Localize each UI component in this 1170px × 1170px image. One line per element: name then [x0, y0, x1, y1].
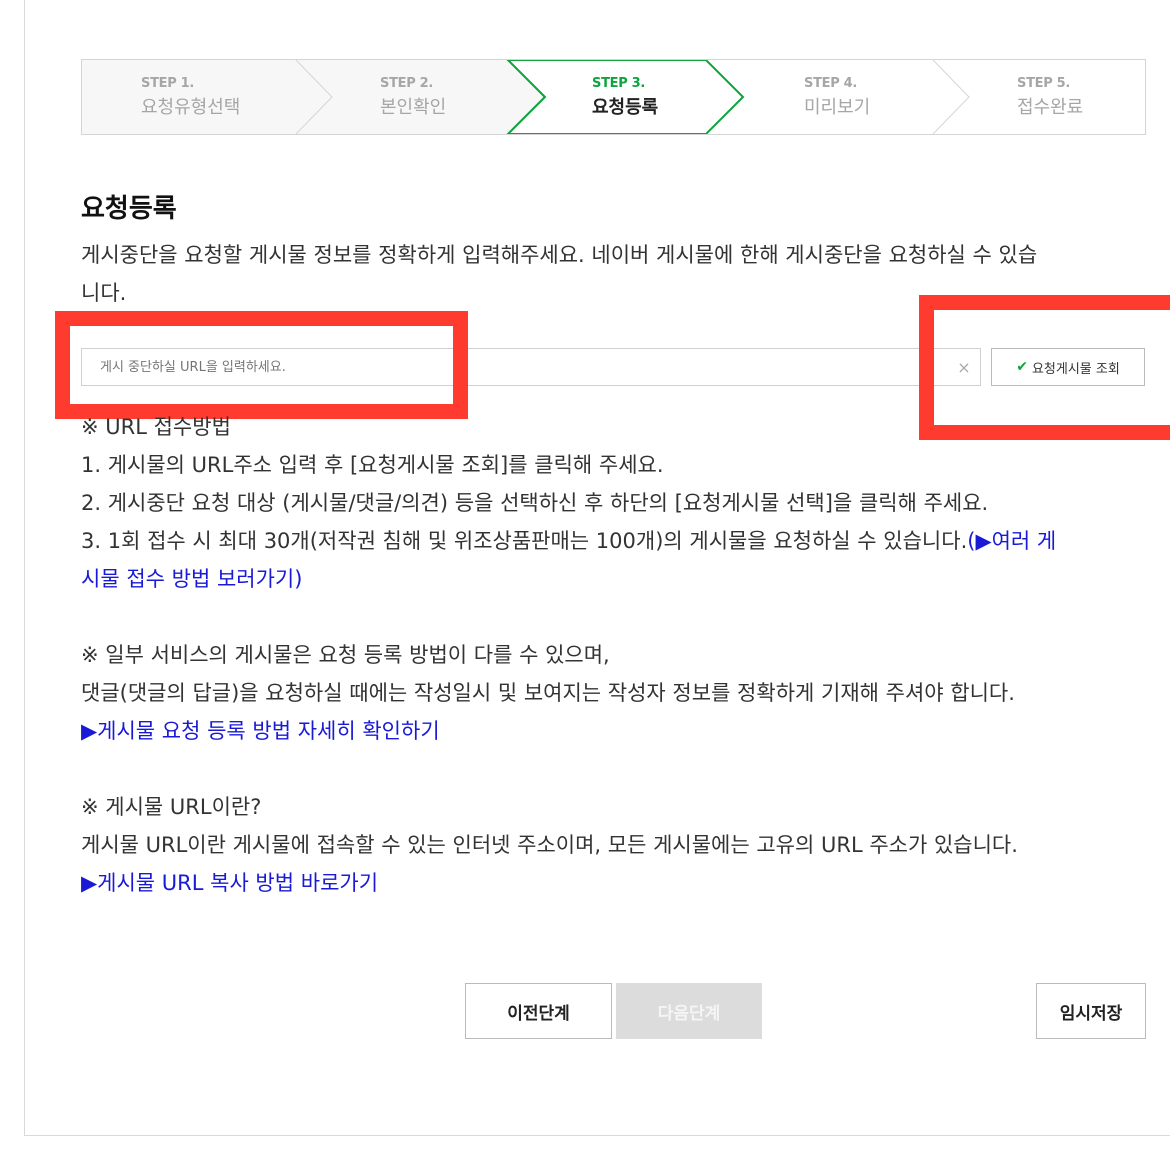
- temp-save-button[interactable]: 임시저장: [1036, 983, 1146, 1039]
- prev-step-button[interactable]: 이전단계: [465, 983, 612, 1039]
- url-question: ※ 게시물 URL이란?: [81, 795, 262, 819]
- note-line-1: ※ 일부 서비스의 게시물은 요청 등록 방법이 다를 수 있으며,: [81, 643, 610, 667]
- description-line: 게시중단을 요청할 게시물 정보를 정확하게 입력해주세요. 네이버 게시물에 …: [81, 243, 1038, 267]
- step-label: 요청유형선택: [141, 97, 241, 118]
- step-number: STEP 4.: [804, 76, 858, 91]
- note-line-2: 댓글(댓글의 답글)을 요청하실 때에는 작성일시 및 보여지는 작성자 정보를…: [81, 681, 1015, 705]
- guide-step-3: 3. 1회 접수 시 최대 30개(저작권 침해 및 위조상품판매는 100개)…: [81, 522, 1170, 560]
- step-label: 미리보기: [804, 97, 871, 118]
- guide-step-3-text: 3. 1회 접수 시 최대 30개(저작권 침해 및 위조상품판매는 100개)…: [81, 529, 968, 553]
- section-description: 게시중단을 요청할 게시물 정보를 정확하게 입력해주세요. 네이버 게시물에 …: [81, 236, 1170, 312]
- step-number: STEP 1.: [141, 76, 195, 91]
- step-1: STEP 1. 요청유형선택: [141, 60, 240, 134]
- next-step-button[interactable]: 다음단계: [616, 983, 762, 1039]
- clear-icon[interactable]: ×: [950, 356, 978, 380]
- step-3: STEP 3. 요청등록: [592, 60, 658, 134]
- step-number: STEP 2.: [380, 76, 434, 91]
- step-label: 요청등록: [592, 97, 659, 118]
- step-number: STEP 5.: [1017, 76, 1071, 91]
- lookup-post-button[interactable]: ✔ 요청게시물 조회: [991, 348, 1145, 386]
- register-method-link[interactable]: ▶게시물 요청 등록 방법 자세히 확인하기: [81, 712, 1170, 750]
- description-line: 니다.: [81, 281, 127, 305]
- step-2: STEP 2. 본인확인: [380, 60, 446, 134]
- guide-step-2: 2. 게시중단 요청 대상 (게시물/댓글/의견) 등을 선택하신 후 하단의 …: [81, 491, 989, 515]
- multi-post-guide-link-cont[interactable]: 시물 접수 방법 보러가기): [81, 560, 1170, 598]
- url-copy-link[interactable]: ▶게시물 URL 복사 방법 바로가기: [81, 864, 1170, 902]
- step-5: STEP 5. 접수완료: [1017, 60, 1083, 134]
- lookup-post-label: 요청게시물 조회: [1031, 361, 1120, 377]
- step-label: 본인확인: [380, 97, 447, 118]
- step-progress: STEP 1. 요청유형선택 STEP 2. 본인확인 STEP 3. 요청등록…: [81, 59, 1146, 135]
- url-guide: ※ URL 접수방법 1. 게시물의 URL주소 입력 후 [요청게시물 조회]…: [81, 408, 1170, 902]
- step-label: 접수완료: [1017, 97, 1084, 118]
- url-input[interactable]: [81, 348, 981, 386]
- guide-step-1: 1. 게시물의 URL주소 입력 후 [요청게시물 조회]를 클릭해 주세요.: [81, 453, 664, 477]
- multi-post-guide-link[interactable]: (▶여러 게: [967, 529, 1056, 553]
- guide-header: ※ URL 접수방법: [81, 415, 231, 439]
- page-title: 요청등록: [81, 194, 177, 224]
- step-number: STEP 3.: [592, 76, 646, 91]
- check-icon: ✔: [1016, 359, 1028, 375]
- url-description: 게시물 URL이란 게시물에 접속할 수 있는 인터넷 주소이며, 모든 게시물…: [81, 833, 1018, 857]
- step-4: STEP 4. 미리보기: [804, 60, 870, 134]
